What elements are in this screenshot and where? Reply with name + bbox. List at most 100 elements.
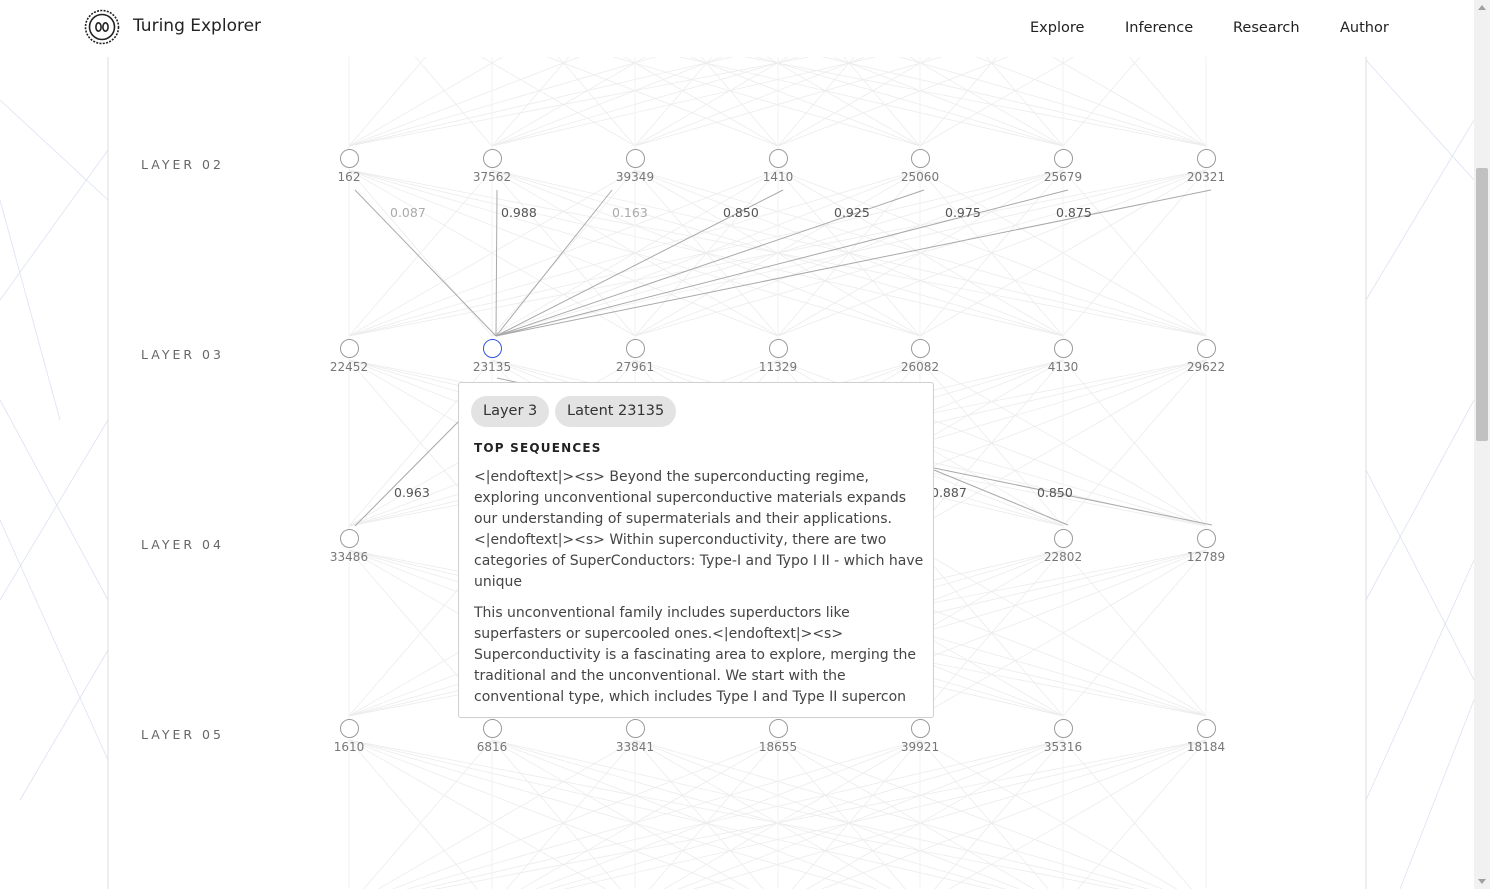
layer-label: LAYER 05: [141, 727, 224, 742]
latent-node[interactable]: [1053, 718, 1073, 738]
latent-node[interactable]: [768, 718, 788, 738]
latent-node[interactable]: [625, 338, 645, 358]
layer-label: LAYER 04: [141, 537, 224, 552]
latent-id-label: 33841: [615, 740, 655, 754]
edge-weight-label: 0.163: [612, 205, 648, 220]
latent-pill[interactable]: Latent 23135: [555, 396, 677, 427]
background-line: [0, 199, 61, 421]
background-line: [1399, 699, 1474, 889]
background-line: [0, 149, 109, 301]
layer-pill[interactable]: Layer 3: [471, 396, 550, 427]
background-line: [1365, 559, 1474, 801]
faint-edge: [649, 739, 779, 889]
latent-id-label: 25060: [900, 170, 940, 184]
page-scrollbar[interactable]: [1474, 0, 1490, 889]
faint-edge: [1077, 739, 1207, 889]
nav-explore[interactable]: Explore: [1030, 20, 1084, 36]
latent-id-label: 39349: [615, 170, 655, 184]
faint-edge: [792, 739, 921, 889]
latent-node[interactable]: [768, 338, 788, 358]
latent-id-label: 29622: [1186, 360, 1226, 374]
background-line: [1365, 59, 1474, 181]
faint-edge: [934, 739, 1064, 889]
latent-id-label: 18184: [1186, 740, 1226, 754]
latent-node[interactable]: [768, 148, 788, 168]
top-header: Turing Explorer Explore Inference Resear…: [0, 0, 1474, 57]
edge-weight-label: 0.988: [501, 205, 537, 220]
latent-node[interactable]: [339, 338, 359, 358]
faint-edge: [491, 739, 1135, 889]
scroll-down-arrow-icon[interactable]: [1478, 879, 1486, 884]
background-line: [19, 649, 109, 801]
app-title[interactable]: Turing Explorer: [133, 16, 261, 36]
latent-node[interactable]: [339, 718, 359, 738]
nav-inference[interactable]: Inference: [1125, 20, 1193, 36]
scroll-up-arrow-icon[interactable]: [1478, 5, 1486, 10]
latent-id-label: 22452: [329, 360, 369, 374]
edge-weight-label: 0.963: [394, 485, 430, 500]
latent-id-label: 1410: [762, 170, 794, 184]
latent-node[interactable]: [1196, 528, 1216, 548]
latent-node[interactable]: [339, 528, 359, 548]
faint-edge: [919, 739, 1049, 889]
layer-label: LAYER 02: [141, 157, 224, 172]
top-sequences-heading: TOP SEQUENCES: [474, 441, 602, 455]
highlighted-edge: [495, 189, 498, 337]
latent-node[interactable]: [625, 148, 645, 168]
latent-id-label: 23135: [472, 360, 512, 374]
latent-node[interactable]: [1196, 718, 1216, 738]
faint-edge: [634, 739, 764, 889]
latent-popup: Layer 3 Latent 23135 TOP SEQUENCES <|end…: [458, 382, 934, 718]
edge-weight-label: 0.850: [723, 205, 759, 220]
edge-weight-label: 0.925: [834, 205, 870, 220]
edge-weight-label: 0.850: [1037, 485, 1073, 500]
selected-latent-node[interactable]: [482, 338, 502, 358]
latent-id-label: 11329: [758, 360, 798, 374]
faint-edge: [777, 739, 906, 889]
background-line: [0, 399, 109, 601]
latent-id-label: 12789: [1186, 550, 1226, 564]
logo-icon[interactable]: [84, 9, 120, 45]
background-line: [0, 99, 109, 201]
latent-node[interactable]: [1196, 338, 1216, 358]
latent-node[interactable]: [482, 148, 502, 168]
background-line: [0, 419, 109, 601]
latent-node[interactable]: [1053, 148, 1073, 168]
nav-author[interactable]: Author: [1340, 20, 1389, 36]
faint-edge: [491, 739, 621, 889]
latent-id-label: 27961: [615, 360, 655, 374]
latent-id-label: 25679: [1043, 170, 1083, 184]
latent-node[interactable]: [1196, 148, 1216, 168]
latent-node[interactable]: [910, 148, 930, 168]
nav-research[interactable]: Research: [1233, 20, 1300, 36]
faint-edge: [348, 739, 478, 889]
highlighted-edge: [933, 467, 1213, 526]
faint-edge: [506, 739, 636, 889]
latent-id-label: 162: [337, 170, 361, 184]
latent-node[interactable]: [1053, 338, 1073, 358]
latent-id-label: 33486: [329, 550, 369, 564]
latent-id-label: 1610: [333, 740, 365, 754]
scroll-thumb[interactable]: [1476, 168, 1488, 441]
background-line: [1365, 469, 1474, 681]
latent-id-label: 18655: [758, 740, 798, 754]
background-line: [1365, 399, 1474, 601]
latent-node[interactable]: [910, 718, 930, 738]
latent-id-label: 20321: [1186, 170, 1226, 184]
layer-label: LAYER 03: [141, 347, 224, 362]
edge-weight-label: 0.975: [945, 205, 981, 220]
latent-node[interactable]: [482, 718, 502, 738]
edge-weight-label: 0.087: [390, 205, 426, 220]
background-line: [1365, 119, 1474, 301]
sequence-text: This unconventional family includes supe…: [474, 605, 917, 705]
latent-id-label: 6816: [476, 740, 508, 754]
highlighted-edge: [354, 419, 461, 527]
latent-node[interactable]: [625, 718, 645, 738]
latent-node[interactable]: [1053, 528, 1073, 548]
latent-node[interactable]: [339, 148, 359, 168]
latent-id-label: 37562: [472, 170, 512, 184]
latent-id-label: 35316: [1043, 740, 1083, 754]
edge-weight-label: 0.887: [931, 485, 967, 500]
highlighted-edge: [495, 189, 1069, 337]
latent-node[interactable]: [910, 338, 930, 358]
